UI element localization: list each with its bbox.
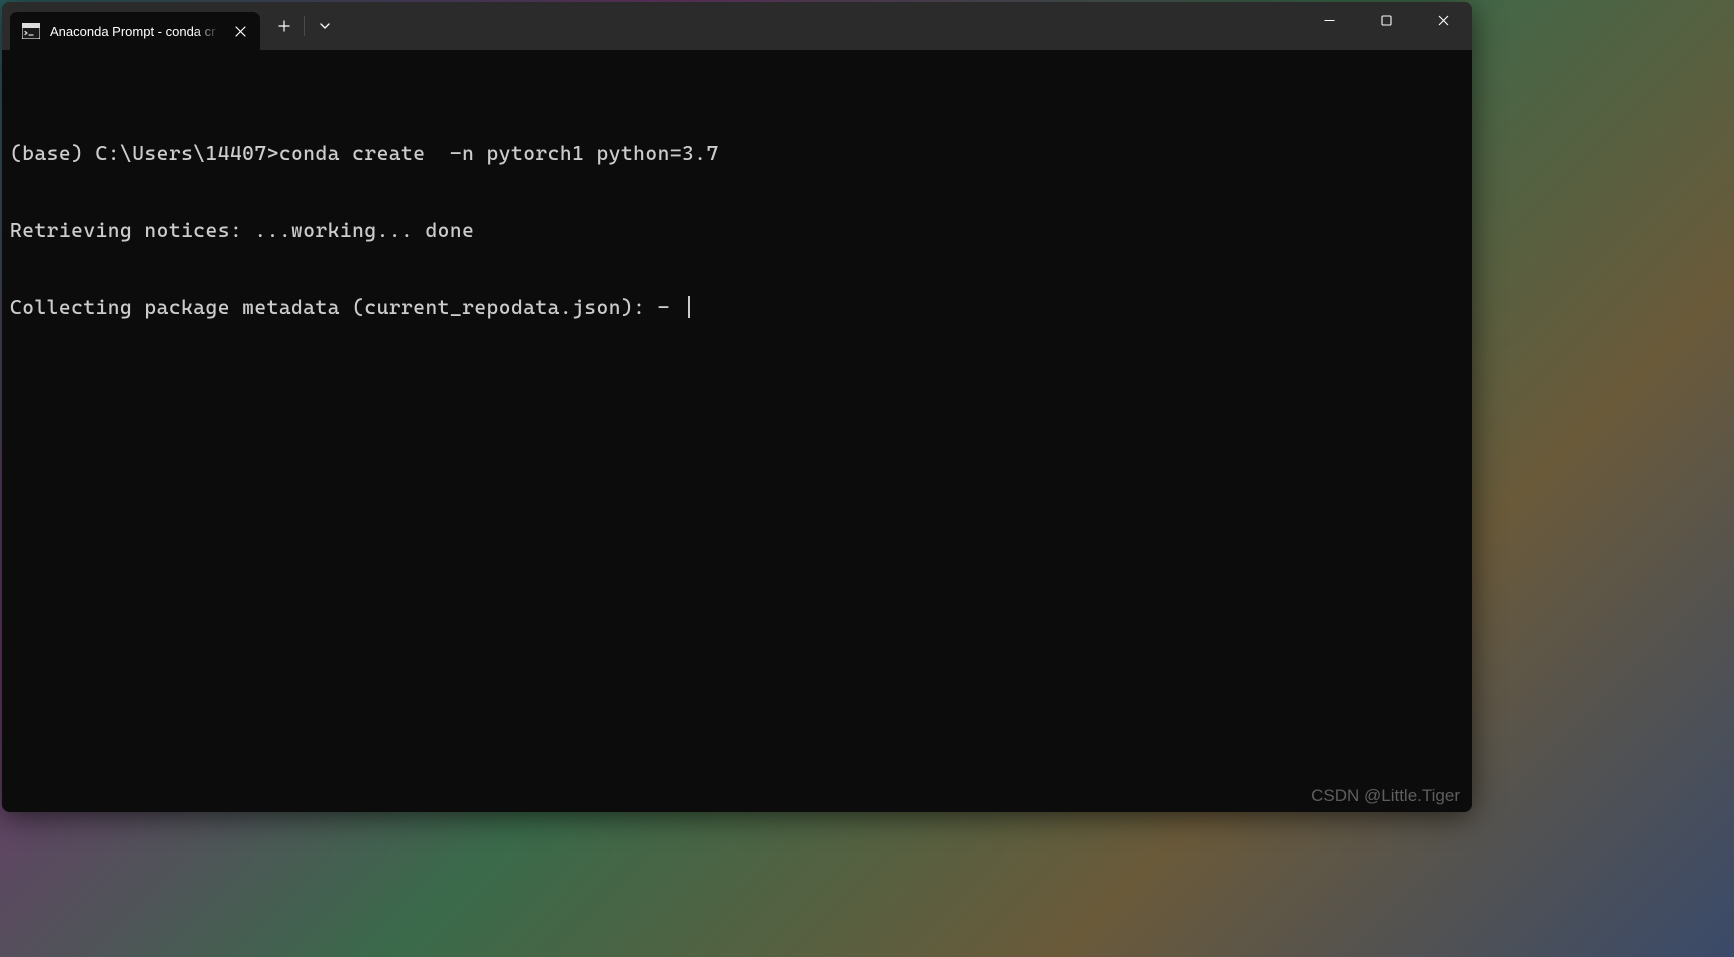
titlebar[interactable]: Anaconda Prompt - conda cr xyxy=(2,2,1472,50)
plus-icon xyxy=(278,20,290,32)
tab-dropdown-button[interactable] xyxy=(307,10,343,42)
titlebar-drag-region[interactable] xyxy=(343,2,1301,50)
maximize-button[interactable] xyxy=(1358,2,1415,39)
tabbar-actions xyxy=(260,2,343,50)
tab-active[interactable]: Anaconda Prompt - conda cr xyxy=(10,12,260,50)
terminal-icon xyxy=(22,23,40,39)
terminal-line: Retrieving notices: ...working... done xyxy=(10,218,1464,244)
terminal-line-text: Collecting package metadata (current_rep… xyxy=(10,295,682,319)
tab-title: Anaconda Prompt - conda cr xyxy=(50,24,220,39)
tab-close-button[interactable] xyxy=(230,21,250,41)
terminal-window: Anaconda Prompt - conda cr xyxy=(2,2,1472,812)
tabbar-divider xyxy=(304,16,305,36)
terminal-cursor xyxy=(688,296,690,318)
close-icon xyxy=(235,26,246,37)
watermark: CSDN @Little.Tiger xyxy=(1311,786,1460,806)
minimize-button[interactable] xyxy=(1301,2,1358,39)
chevron-down-icon xyxy=(319,20,331,32)
close-window-button[interactable] xyxy=(1415,2,1472,39)
new-tab-button[interactable] xyxy=(266,10,302,42)
terminal-line: Collecting package metadata (current_rep… xyxy=(10,295,1464,321)
terminal-body[interactable]: (base) C:\Users\14407>conda create -n py… xyxy=(2,50,1472,812)
maximize-icon xyxy=(1381,15,1392,26)
window-controls xyxy=(1301,2,1472,50)
terminal-output: (base) C:\Users\14407>conda create -n py… xyxy=(10,90,1464,372)
minimize-icon xyxy=(1324,15,1335,26)
tabs-area: Anaconda Prompt - conda cr xyxy=(2,2,260,50)
close-icon xyxy=(1438,15,1449,26)
terminal-line: (base) C:\Users\14407>conda create -n py… xyxy=(10,141,1464,167)
